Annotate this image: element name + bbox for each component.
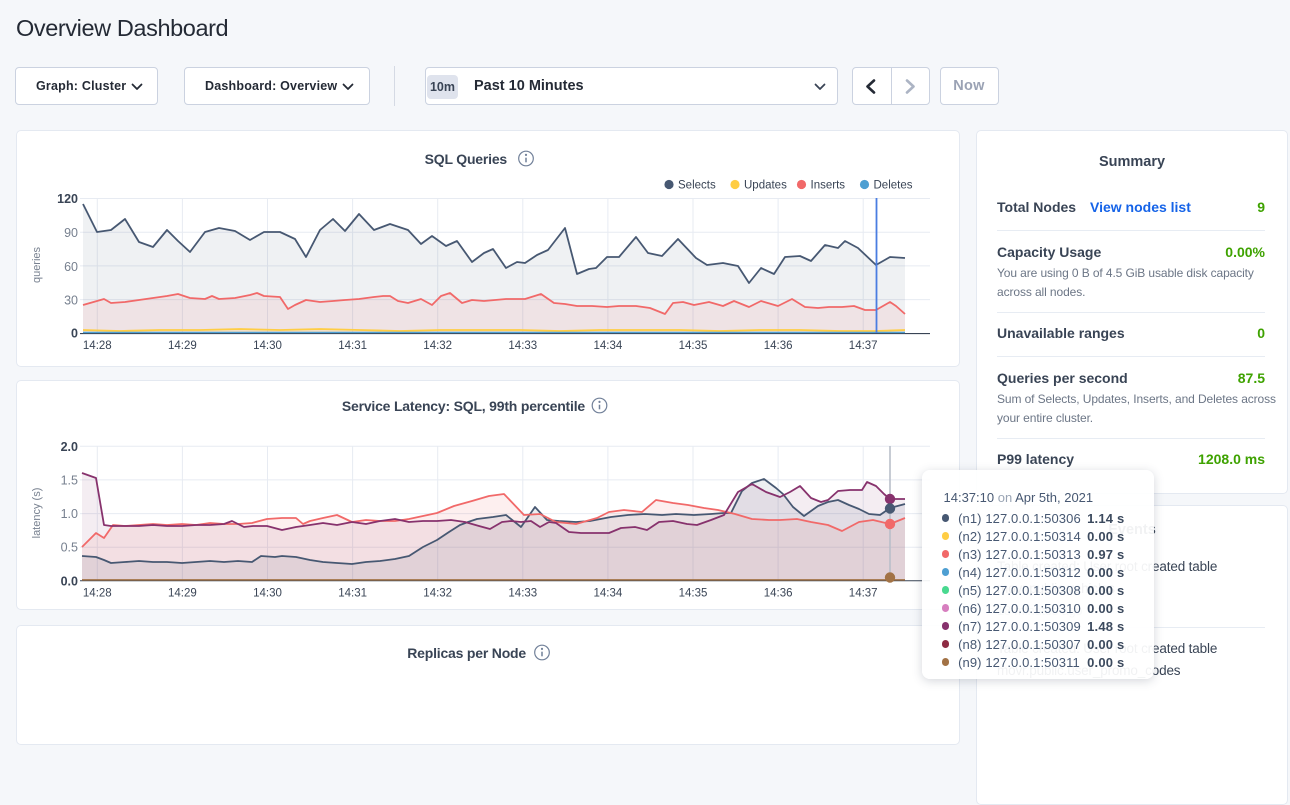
svg-text:14:30: 14:30 [253,588,282,600]
svg-text:14:33: 14:33 [508,588,537,600]
svg-text:14:37: 14:37 [849,588,878,600]
svg-text:14:34: 14:34 [594,588,623,600]
svg-text:14:29: 14:29 [168,588,197,600]
svg-text:0.0: 0.0 [61,574,78,588]
svg-text:2.0: 2.0 [61,440,78,454]
svg-text:1.5: 1.5 [61,473,78,487]
svg-text:latency (s): latency (s) [31,488,43,539]
svg-text:14:36: 14:36 [764,588,793,600]
svg-text:0.5: 0.5 [61,541,78,555]
svg-text:14:35: 14:35 [679,588,708,600]
svg-text:14:28: 14:28 [83,588,112,600]
svg-text:14:31: 14:31 [338,588,367,600]
svg-text:14:32: 14:32 [423,588,452,600]
svg-text:1.0: 1.0 [61,507,78,521]
